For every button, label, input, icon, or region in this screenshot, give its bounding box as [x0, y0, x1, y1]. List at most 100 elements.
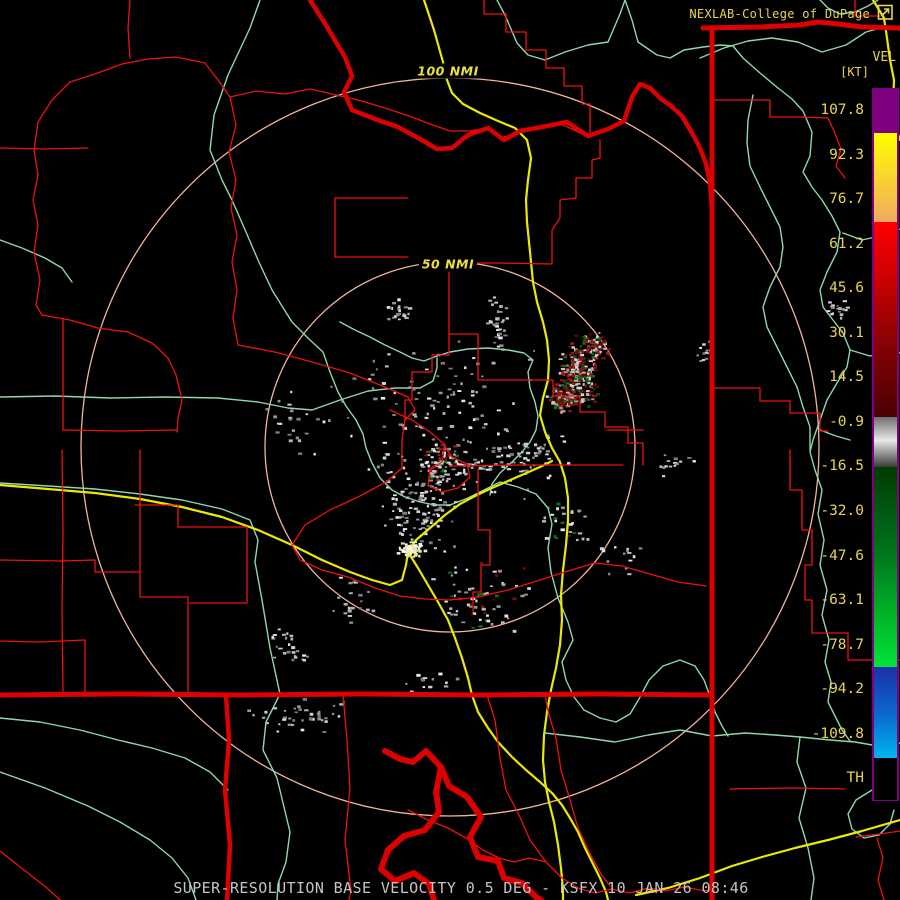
echo-speckle	[430, 519, 434, 523]
echo-speckle	[579, 390, 582, 393]
echo-speckle	[559, 379, 564, 382]
echo-speckle	[386, 453, 390, 456]
echo-speckle	[571, 364, 575, 367]
echo-speckle	[596, 351, 600, 354]
river-line	[624, 0, 851, 742]
colorbar-segment	[874, 90, 897, 133]
echo-speckle	[412, 541, 417, 544]
echo-speckle	[606, 560, 610, 563]
echo-speckle	[347, 615, 353, 617]
echo-speckle	[474, 417, 480, 421]
echo-speckle	[486, 619, 491, 623]
echo-speckle	[407, 312, 410, 316]
echo-speckle	[492, 323, 497, 326]
echo-speckle	[455, 460, 458, 463]
echo-speckle	[353, 581, 358, 584]
nexlab-brand-link[interactable]: NEXLAB-College of DuPage	[689, 7, 870, 21]
echo-speckle	[437, 480, 442, 484]
echo-speckle	[565, 406, 569, 408]
echo-speckle	[474, 462, 477, 465]
echo-speckle	[461, 621, 466, 624]
echo-speckle	[277, 628, 281, 631]
echo-speckle	[450, 574, 454, 577]
echo-speckle	[411, 500, 415, 503]
echo-speckle	[470, 613, 474, 616]
echo-speckle	[577, 532, 583, 535]
echo-speckle	[527, 587, 531, 590]
echo-speckle	[626, 549, 629, 553]
echo-speckle	[265, 408, 269, 411]
echo-speckle	[576, 382, 581, 385]
echo-speckle	[282, 633, 286, 636]
echo-speckle	[316, 418, 320, 421]
echo-speckle	[478, 618, 482, 621]
echo-speckle	[339, 576, 343, 579]
echo-speckle	[562, 386, 567, 390]
echo-speckle	[316, 712, 321, 715]
echo-speckle	[423, 549, 428, 553]
echo-speckle	[370, 373, 375, 376]
echo-speckle	[367, 468, 371, 471]
echo-speckle	[446, 405, 450, 408]
echo-speckle	[517, 442, 520, 445]
echo-speckle	[493, 490, 497, 494]
echo-speckle	[576, 538, 579, 542]
state-border-line	[222, 692, 233, 900]
echo-speckle	[582, 379, 586, 382]
echo-speckle	[592, 388, 596, 390]
echo-speckle	[573, 402, 579, 406]
echo-speckle	[444, 466, 448, 469]
county-line	[228, 96, 239, 346]
echo-speckle	[436, 401, 440, 403]
echo-speckle	[532, 456, 535, 459]
echo-speckle	[419, 540, 424, 543]
colorbar-tick: -32.0	[820, 502, 864, 519]
echo-speckle	[387, 318, 391, 321]
echo-speckle	[393, 494, 397, 497]
echo-speckle	[582, 338, 587, 342]
echo-speckle	[413, 508, 418, 510]
echo-speckle	[484, 423, 488, 426]
echo-speckle	[492, 296, 496, 299]
echo-speckle	[382, 456, 387, 460]
echo-speckle	[586, 393, 590, 396]
echo-speckle	[410, 491, 414, 494]
echo-speckle	[668, 465, 673, 468]
echo-speckle	[497, 450, 501, 453]
echo-speckle	[446, 395, 449, 399]
county-line	[61, 449, 64, 694]
colorbar-tick: -78.7	[820, 636, 864, 653]
echo-speckle	[381, 505, 384, 508]
echo-speckle	[398, 423, 403, 426]
echo-speckle	[495, 573, 498, 577]
external-link-icon	[877, 4, 893, 20]
echo-speckle	[464, 472, 468, 476]
echo-speckle	[332, 704, 336, 707]
echo-speckle	[447, 611, 451, 614]
echo-speckle	[396, 552, 401, 555]
echo-speckle	[289, 634, 294, 637]
echo-speckle	[501, 454, 504, 457]
echo-speckle	[337, 715, 341, 718]
echo-speckle	[562, 512, 566, 515]
echo-speckle	[570, 342, 575, 345]
echo-speckle	[252, 713, 255, 717]
echo-speckle	[589, 340, 594, 344]
echo-speckle	[480, 562, 484, 565]
echo-speckle	[416, 510, 421, 513]
echo-speckle	[434, 509, 439, 512]
echo-speckle	[430, 404, 435, 408]
colorbar-tick: -47.6	[820, 547, 864, 564]
echo-speckle	[704, 357, 709, 361]
echo-speckle	[591, 394, 594, 397]
echo-speckle	[556, 400, 559, 403]
echo-speckle	[491, 450, 496, 453]
echo-speckle	[465, 568, 468, 571]
echo-speckle	[492, 608, 496, 611]
echo-speckle	[837, 310, 841, 313]
echo-speckle	[428, 685, 433, 689]
echo-speckle	[550, 513, 555, 516]
echo-speckle	[587, 398, 591, 401]
echo-speckle	[572, 382, 576, 385]
echo-speckle	[836, 305, 839, 307]
